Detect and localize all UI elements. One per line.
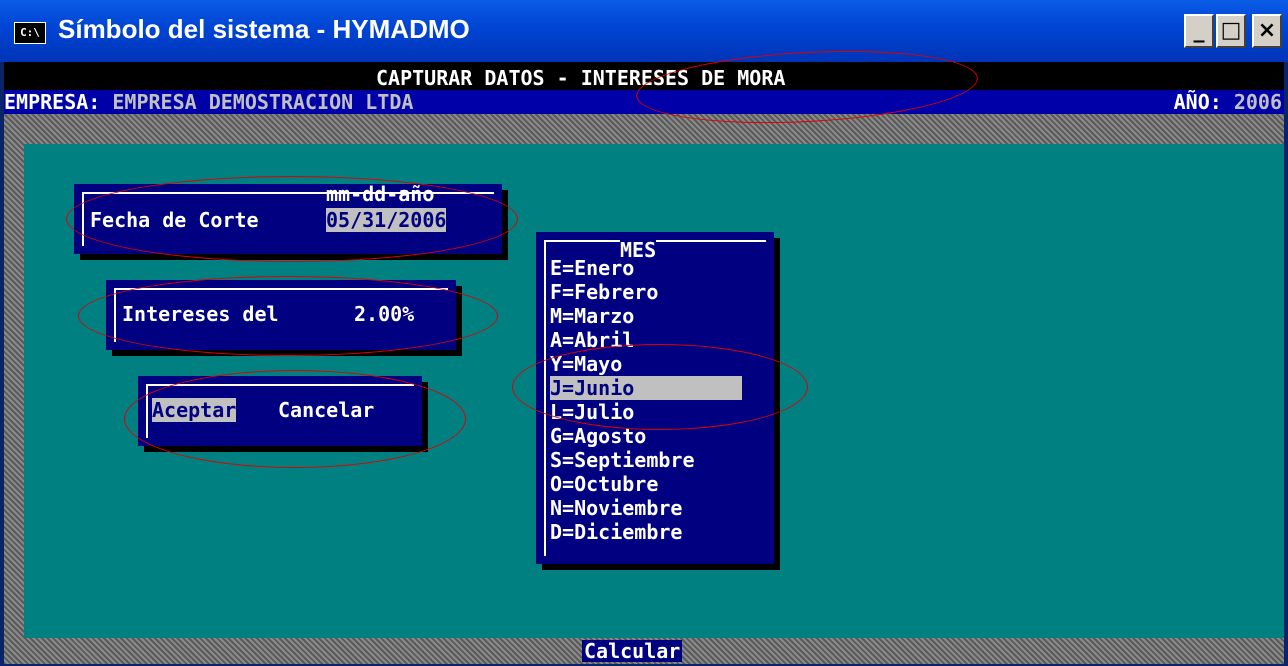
command-prompt-icon: C:\	[14, 22, 46, 44]
year-info: AÑO: 2006	[1174, 90, 1282, 114]
annotation-ellipse-actions	[124, 370, 466, 468]
calculate-button[interactable]: Calcular	[582, 640, 683, 662]
annotation-ellipse-interest	[78, 276, 498, 356]
minimize-button[interactable]: _	[1184, 14, 1214, 48]
month-option[interactable]: E=Enero	[550, 256, 742, 280]
annotation-ellipse-month	[512, 344, 808, 430]
company-info: EMPRESA: EMPRESA DEMOSTRACION LTDA	[4, 90, 413, 114]
maximize-button[interactable]: □	[1216, 14, 1246, 48]
window-title: Símbolo del sistema - HYMADMO	[58, 14, 470, 44]
month-option[interactable]: M=Marzo	[550, 304, 742, 328]
year-label: AÑO:	[1173, 90, 1222, 114]
month-option[interactable]: N=Noviembre	[550, 496, 742, 520]
month-option[interactable]: S=Septiembre	[550, 448, 742, 472]
title-bar[interactable]: C:\ Símbolo del sistema - HYMADMO _ □ ×	[0, 0, 1288, 62]
company-name: EMPRESA DEMOSTRACION LTDA	[112, 90, 414, 114]
console-window: C:\ Símbolo del sistema - HYMADMO _ □ × …	[0, 0, 1288, 666]
month-option[interactable]: D=Diciembre	[550, 520, 742, 544]
month-option[interactable]: O=Octubre	[550, 472, 742, 496]
company-label: EMPRESA:	[4, 90, 101, 114]
month-option[interactable]: F=Febrero	[550, 280, 742, 304]
close-button[interactable]: ×	[1252, 14, 1282, 48]
year-value: 2006	[1233, 90, 1282, 114]
annotation-ellipse-date	[66, 176, 518, 262]
